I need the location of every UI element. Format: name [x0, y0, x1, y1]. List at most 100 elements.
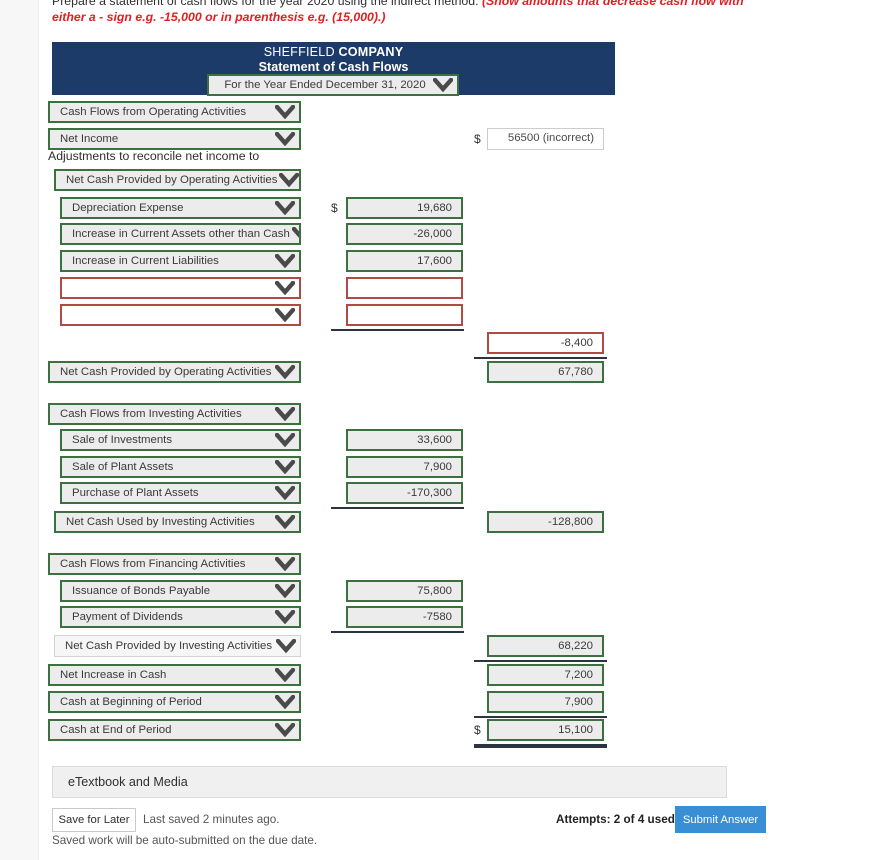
row-select-13[interactable]: Net Cash Used by Investing Activities [54, 511, 301, 533]
input-purchase-of-plant-assets[interactable]: -170,300 [346, 482, 463, 504]
dollar-sign-net-income: $ [474, 132, 481, 146]
save-for-later-label: Save for Later [58, 814, 130, 826]
chevron-down-icon [273, 484, 297, 502]
input-net-cash-investing[interactable]: -128,800 [487, 511, 604, 533]
input-payment-of-dividends[interactable]: -7580 [346, 606, 463, 628]
row-select-18[interactable]: Net Increase in Cash [48, 664, 301, 686]
input-blank-2[interactable] [346, 304, 463, 326]
row-select-label-4: Increase in Current Assets other than Ca… [72, 228, 290, 240]
input-issuance-of-bonds[interactable]: 75,800 [346, 580, 463, 602]
chevron-down-icon [273, 513, 297, 531]
save-for-later-button[interactable]: Save for Later [52, 808, 136, 832]
row-select-2[interactable]: Net Cash Provided by Operating Activitie… [54, 169, 301, 191]
row-select-4[interactable]: Increase in Current Assets other than Ca… [60, 223, 301, 245]
row-select-label-10: Sale of Investments [72, 434, 173, 446]
statement-header: SHEFFIELD COMPANY Statement of Cash Flow… [52, 42, 615, 96]
row-select-label-3: Depreciation Expense [72, 202, 184, 214]
row-select-12[interactable]: Purchase of Plant Assets [60, 482, 301, 504]
company-prefix: SHEFFIELD [263, 45, 339, 59]
chevron-down-icon [273, 608, 297, 626]
input-cash-end-of-period[interactable]: 15,100 [487, 719, 604, 741]
input-sale-of-plant-assets[interactable]: 7,900 [346, 456, 463, 478]
row-select-7[interactable] [60, 304, 301, 326]
input-depreciation-expense[interactable]: 19,680 [346, 197, 463, 219]
row-select-16[interactable]: Payment of Dividends [60, 606, 301, 628]
row-select-label-18: Net Increase in Cash [60, 669, 167, 681]
row-select-label-1: Net Income [60, 133, 119, 145]
company-bold: COMPANY [338, 45, 404, 59]
input-net-cash-financing[interactable]: 68,220 [487, 635, 604, 657]
row-select-10[interactable]: Sale of Investments [60, 429, 301, 451]
chevron-down-icon [273, 130, 297, 148]
input-increase-current-assets[interactable]: -26,000 [346, 223, 463, 245]
input-net-increase-in-cash[interactable]: 7,200 [487, 664, 604, 686]
row-select-label-19: Cash at Beginning of Period [60, 696, 202, 708]
prompt-text: Prepare a statement of cash flows for th… [52, 0, 482, 8]
row-select-11[interactable]: Sale of Plant Assets [60, 456, 301, 478]
row-select-label-12: Purchase of Plant Assets [72, 487, 199, 499]
row-select-17[interactable]: Net Cash Provided by Investing Activitie… [54, 635, 301, 657]
row-select-label-0: Cash Flows from Operating Activities [60, 106, 247, 118]
row-select-label-9: Cash Flows from Investing Activities [60, 408, 242, 420]
chevron-down-icon [273, 431, 297, 449]
row-select-14[interactable]: Cash Flows from Financing Activities [48, 553, 301, 575]
row-select-0[interactable]: Cash Flows from Operating Activities [48, 101, 301, 123]
row-select-label-13: Net Cash Used by Investing Activities [66, 516, 255, 528]
chevron-down-icon [273, 666, 297, 684]
chevron-down-icon [273, 555, 297, 573]
row-select-6[interactable] [60, 277, 301, 299]
row-select-15[interactable]: Issuance of Bonds Payable [60, 580, 301, 602]
chevron-down-icon [277, 171, 299, 189]
grand-total-double-rule [474, 744, 607, 748]
chevron-down-icon [273, 252, 297, 270]
chevron-down-icon [273, 721, 297, 739]
subtotal-rule-operating-detail [331, 329, 464, 331]
chevron-down-icon [273, 405, 297, 423]
input-adjustments-subtotal[interactable]: -8,400 [487, 332, 604, 354]
subtotal-rule-financing [331, 631, 464, 633]
worksheet-page: Prepare a statement of cash flows for th… [38, 0, 896, 860]
row-select-9[interactable]: Cash Flows from Investing Activities [48, 403, 301, 425]
row-select-label-20: Cash at End of Period [60, 724, 172, 736]
input-net-income[interactable]: 56500 (incorrect) [487, 128, 604, 150]
row-select-label-15: Issuance of Bonds Payable [72, 585, 211, 597]
submit-answer-button[interactable]: Submit Answer [675, 806, 766, 833]
input-increase-current-liabilities[interactable]: 17,600 [346, 250, 463, 272]
chevron-down-icon [290, 225, 299, 243]
chevron-down-icon [274, 636, 298, 656]
chevron-down-icon [273, 279, 297, 297]
period-select[interactable]: For the Year Ended December 31, 2020 [207, 74, 459, 96]
chevron-down-icon [431, 76, 455, 94]
input-blank-1[interactable] [346, 277, 463, 299]
subtotal-rule-net-increase [474, 660, 607, 662]
row-select-19[interactable]: Cash at Beginning of Period [48, 691, 301, 713]
chevron-down-icon [273, 199, 297, 217]
subtotal-rule-adjustments [474, 357, 607, 359]
chevron-down-icon [273, 582, 297, 600]
company-name: SHEFFIELD COMPANY [52, 42, 615, 59]
row-select-8[interactable]: Net Cash Provided by Operating Activitie… [48, 361, 301, 383]
input-cash-beginning-of-period[interactable]: 7,900 [487, 691, 604, 713]
chevron-down-icon [273, 693, 297, 711]
dollar-sign-cash-end: $ [474, 723, 481, 737]
input-net-cash-operating[interactable]: 67,780 [487, 361, 604, 383]
chevron-down-icon [273, 103, 297, 121]
row-select-label-14: Cash Flows from Financing Activities [60, 558, 246, 570]
adjustments-note: Adjustments to reconcile net income to [48, 149, 260, 163]
row-select-20[interactable]: Cash at End of Period [48, 719, 301, 741]
row-select-label-17: Net Cash Provided by Investing Activitie… [65, 640, 273, 652]
row-select-5[interactable]: Increase in Current Liabilities [60, 250, 301, 272]
chevron-down-icon [273, 363, 297, 381]
row-select-label-11: Sale of Plant Assets [72, 461, 174, 473]
subtotal-rule-investing [331, 507, 464, 509]
input-sale-of-investments[interactable]: 33,600 [346, 429, 463, 451]
etextbook-and-media-panel[interactable]: eTextbook and Media [52, 766, 727, 798]
period-select-label: For the Year Ended December 31, 2020 [224, 79, 426, 91]
submit-answer-label: Submit Answer [682, 813, 759, 826]
row-select-label-8: Net Cash Provided by Operating Activitie… [60, 366, 272, 378]
row-select-label-16: Payment of Dividends [72, 611, 183, 623]
row-select-3[interactable]: Depreciation Expense [60, 197, 301, 219]
row-select-1[interactable]: Net Income [48, 128, 301, 150]
row-select-label-2: Net Cash Provided by Operating Activitie… [66, 174, 278, 186]
subtotal-rule-cash-end [474, 716, 607, 718]
